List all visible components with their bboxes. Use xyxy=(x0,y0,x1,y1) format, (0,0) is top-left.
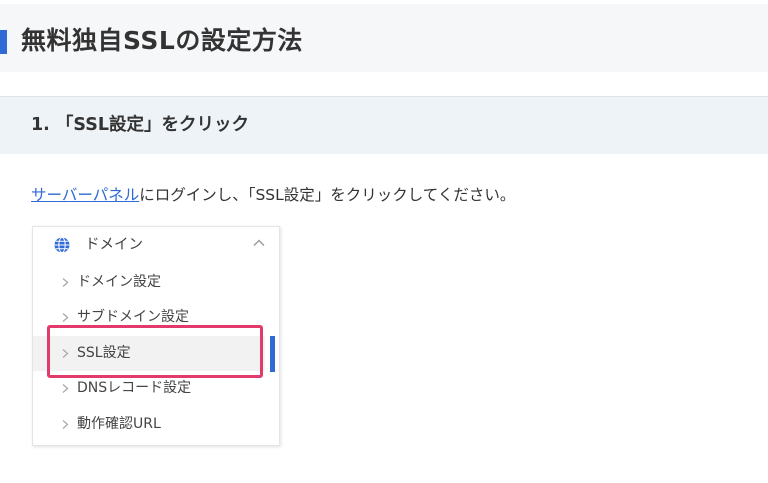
menu-item-domain-settings[interactable]: ドメイン設定 xyxy=(33,265,265,300)
menu-item-label: 動作確認URL xyxy=(77,416,161,432)
active-indicator-bar xyxy=(270,336,275,372)
menu-section-label: ドメイン xyxy=(85,237,143,253)
globe-icon xyxy=(54,237,70,253)
menu-item-label: ドメイン設定 xyxy=(77,274,161,290)
chevron-up-icon[interactable] xyxy=(251,235,267,251)
step-title: 1. 「SSL設定」をクリック xyxy=(31,115,249,135)
header-accent-bar xyxy=(0,30,7,54)
menu-item-label: DNSレコード設定 xyxy=(77,380,192,396)
page-header: 無料独自SSLの設定方法 xyxy=(0,4,768,72)
chevron-right-icon xyxy=(62,278,69,287)
chevron-right-icon xyxy=(62,420,69,429)
page-title: 無料独自SSLの設定方法 xyxy=(21,26,303,55)
chevron-right-icon xyxy=(62,313,69,322)
step-heading-box: 1. 「SSL設定」をクリック xyxy=(0,96,768,154)
chevron-right-icon xyxy=(62,384,69,393)
intro-paragraph: サーバーパネルにログインし、「SSL設定」をクリックしてください。 xyxy=(31,183,515,207)
intro-text: にログインし、「SSL設定」をクリックしてください。 xyxy=(139,186,516,204)
server-panel-link[interactable]: サーバーパネル xyxy=(31,186,139,204)
menu-item-check-url[interactable]: 動作確認URL xyxy=(33,407,265,442)
menu-section-domain[interactable]: ドメイン xyxy=(33,227,279,263)
highlight-box xyxy=(47,325,263,378)
